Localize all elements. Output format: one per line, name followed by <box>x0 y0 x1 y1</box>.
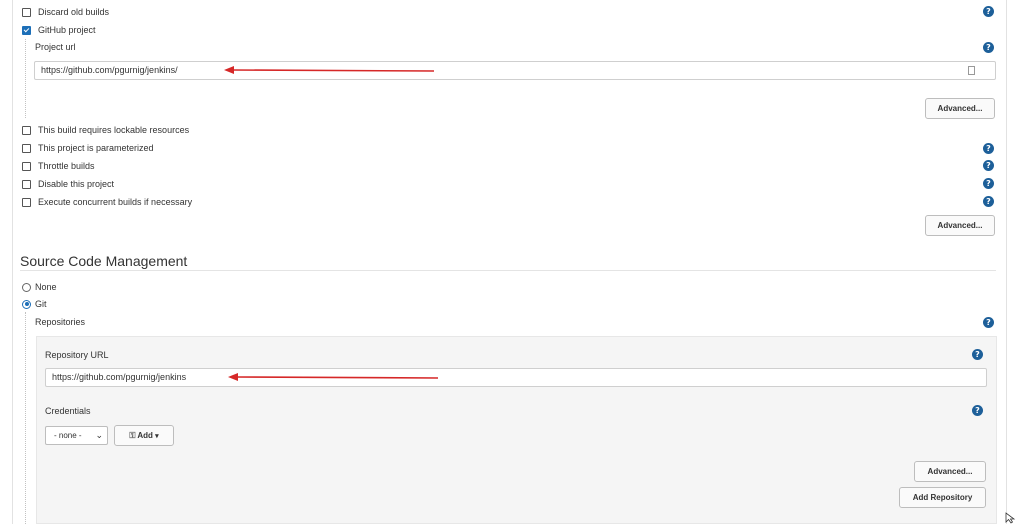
checkbox-row-disable-project[interactable]: Disable this project <box>22 178 114 190</box>
chevron-down-icon: ⌄ <box>95 430 103 440</box>
repository-url-input[interactable]: https://github.com/pgurnig/jenkins <box>45 368 987 387</box>
checkbox[interactable] <box>22 143 31 153</box>
credentials-select-value: - none - <box>54 431 82 440</box>
repository-panel <box>36 336 997 524</box>
add-credentials-button[interactable]: ⚿ Add ▾ <box>114 425 174 446</box>
nested-section-guide <box>25 39 26 118</box>
key-icon: ⚿ <box>129 431 136 440</box>
checkbox-label: Discard old builds <box>38 7 110 17</box>
checkbox-row-lockable-resources[interactable]: This build requires lockable resources <box>22 124 189 136</box>
help-icon[interactable]: ? <box>983 42 994 53</box>
radio-label: Git <box>35 299 47 309</box>
repositories-label: Repositories <box>35 317 86 327</box>
checkbox-label: Execute concurrent builds if necessary <box>38 197 193 207</box>
nested-section-guide <box>25 312 26 524</box>
red-arrow-icon <box>228 373 439 381</box>
checkbox-row-concurrent-builds[interactable]: Execute concurrent builds if necessary <box>22 196 192 208</box>
radio-button-selected[interactable] <box>22 299 31 309</box>
expand-textarea-icon[interactable] <box>968 66 975 75</box>
radio-row-git[interactable]: Git <box>22 298 47 310</box>
help-icon[interactable]: ? <box>983 178 994 189</box>
checkbox[interactable] <box>22 197 31 207</box>
mouse-cursor-icon <box>1005 512 1016 524</box>
checkbox[interactable] <box>22 179 31 189</box>
radio-button[interactable] <box>22 282 31 292</box>
project-url-input[interactable]: https://github.com/pgurnig/jenkins/ <box>34 61 996 80</box>
checkbox[interactable] <box>22 125 31 135</box>
checkbox-row-discard-old-builds[interactable]: Discard old builds <box>22 6 109 18</box>
credentials-label: Credentials <box>45 406 91 416</box>
help-icon[interactable]: ? <box>983 143 994 154</box>
add-repository-button[interactable]: Add Repository <box>899 487 986 508</box>
repository-url-label: Repository URL <box>45 350 109 360</box>
project-url-value: https://github.com/pgurnig/jenkins/ <box>41 65 178 75</box>
checkbox-row-github-project[interactable]: GitHub project <box>22 24 96 36</box>
checkbox-label: This project is parameterized <box>38 143 154 153</box>
advanced-button[interactable]: Advanced... <box>925 215 995 236</box>
project-url-label: Project url <box>35 42 76 52</box>
checkbox[interactable] <box>22 7 31 17</box>
section-divider <box>20 270 996 271</box>
repository-url-value: https://github.com/pgurnig/jenkins <box>52 372 187 382</box>
advanced-button[interactable]: Advanced... <box>914 461 986 482</box>
help-icon[interactable]: ? <box>983 160 994 171</box>
checkbox-label: GitHub project <box>38 25 96 35</box>
checkbox[interactable] <box>22 161 31 171</box>
help-icon[interactable]: ? <box>972 349 983 360</box>
radio-row-none[interactable]: None <box>22 281 57 293</box>
red-arrow-icon <box>224 66 435 74</box>
checkbox-row-parameterized[interactable]: This project is parameterized <box>22 142 154 154</box>
checkbox-label: Throttle builds <box>38 161 95 171</box>
checkbox-checked[interactable] <box>22 25 31 35</box>
checkbox-label: Disable this project <box>38 179 115 189</box>
checkbox-row-throttle-builds[interactable]: Throttle builds <box>22 160 95 172</box>
checkbox-label: This build requires lockable resources <box>38 125 190 135</box>
credentials-select[interactable]: - none - ⌄ <box>45 426 108 445</box>
caret-down-icon: ▾ <box>155 433 159 440</box>
radio-label: None <box>35 282 57 292</box>
help-icon[interactable]: ? <box>972 405 983 416</box>
advanced-button[interactable]: Advanced... <box>925 98 995 119</box>
add-label: Add <box>137 431 153 440</box>
section-title-scm: Source Code Management <box>20 253 188 269</box>
help-icon[interactable]: ? <box>983 317 994 328</box>
help-icon[interactable]: ? <box>983 196 994 207</box>
help-icon[interactable]: ? <box>983 6 994 17</box>
